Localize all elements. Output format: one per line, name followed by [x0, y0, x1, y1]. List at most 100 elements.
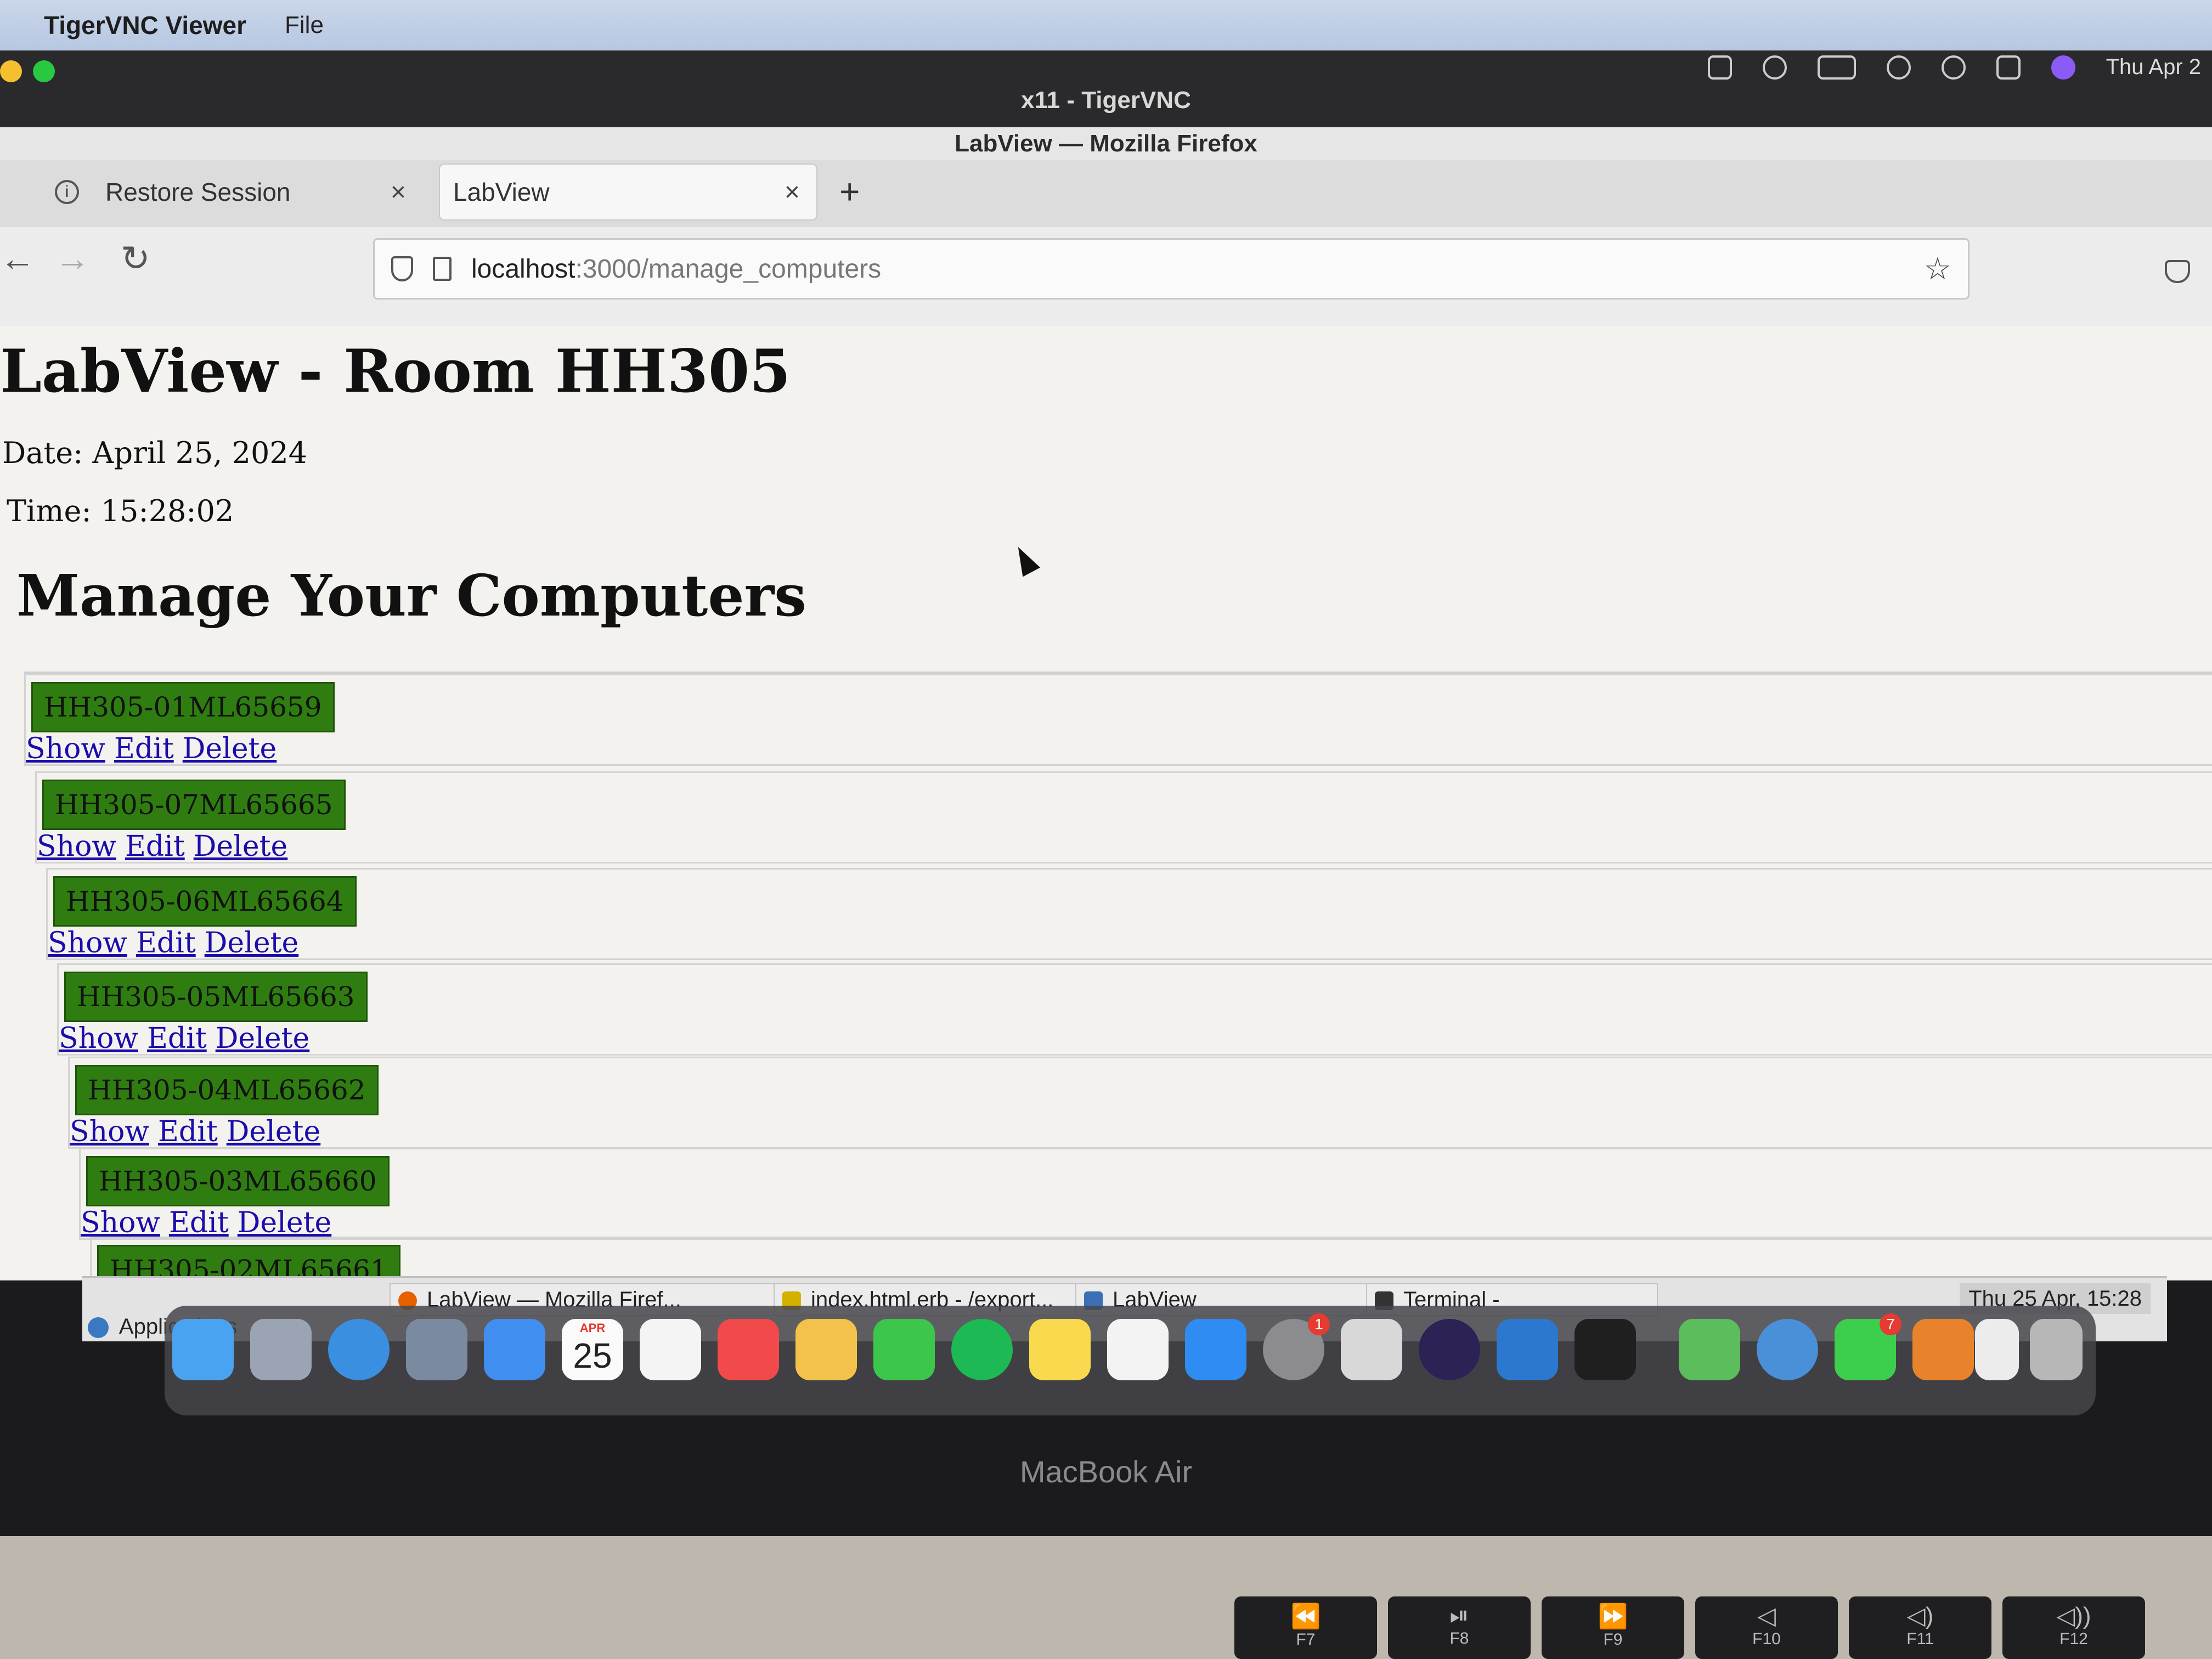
- edit-link[interactable]: Edit: [114, 732, 174, 765]
- show-link[interactable]: Show: [81, 1206, 160, 1239]
- edit-link[interactable]: Edit: [169, 1206, 229, 1239]
- show-link[interactable]: Show: [26, 732, 105, 765]
- computer-name-badge: HH305-02ML65661: [97, 1245, 400, 1280]
- new-tab-button[interactable]: +: [839, 171, 860, 212]
- f9-key: ⏩ F9: [1542, 1596, 1684, 1659]
- messages-icon[interactable]: 7: [1835, 1313, 1901, 1380]
- delete-link[interactable]: Delete: [238, 1206, 332, 1239]
- photos-icon[interactable]: [795, 1319, 857, 1380]
- tab-strip: i Restore Session × LabView × +: [0, 160, 2212, 227]
- menubar-app-name[interactable]: TigerVNC Viewer: [44, 10, 246, 40]
- trash-icon[interactable]: [2030, 1319, 2083, 1380]
- mac-status-icons: Thu Apr 2: [1707, 55, 2212, 80]
- terminal-icon[interactable]: [1575, 1319, 1636, 1380]
- notification-badge: 1: [1308, 1313, 1330, 1335]
- siri-icon[interactable]: [2051, 55, 2075, 80]
- app-store-icon[interactable]: [1185, 1319, 1246, 1380]
- computer-row: HH305-05ML65663 Show Edit Delete: [57, 963, 2212, 1056]
- window-zoom-button[interactable]: [33, 60, 55, 82]
- date-text: Date: April 25, 2024: [2, 436, 308, 470]
- close-icon[interactable]: ×: [785, 177, 800, 207]
- news-icon[interactable]: [718, 1319, 779, 1380]
- tracking-shield-icon[interactable]: [391, 256, 413, 281]
- vscode-icon[interactable]: [1497, 1319, 1558, 1380]
- finder-icon[interactable]: [172, 1319, 234, 1380]
- key-label: F7: [1296, 1630, 1316, 1649]
- info-icon: i: [55, 180, 79, 204]
- eclipse-icon[interactable]: [1419, 1319, 1480, 1380]
- laptop-model-label: MacBook Air: [1019, 1454, 1193, 1489]
- spotify-icon[interactable]: [951, 1319, 1013, 1380]
- delete-link[interactable]: Delete: [205, 927, 299, 960]
- launchpad-icon[interactable]: [250, 1319, 312, 1380]
- show-link[interactable]: Show: [70, 1115, 149, 1148]
- delete-link[interactable]: Delete: [194, 830, 288, 863]
- edit-link[interactable]: Edit: [136, 927, 196, 960]
- network-globe-icon[interactable]: [1757, 1319, 1818, 1380]
- computer-row: HH305-01ML65659 Show Edit Delete: [24, 674, 2212, 766]
- pocket-icon[interactable]: [2165, 260, 2190, 283]
- delete-link[interactable]: Delete: [227, 1115, 321, 1148]
- url-host[interactable]: localhost: [471, 254, 575, 284]
- menubar-file-menu[interactable]: File: [285, 12, 324, 39]
- control-center-icon[interactable]: [1996, 55, 2021, 80]
- safari-icon[interactable]: [328, 1319, 390, 1380]
- mac-menu-bar: TigerVNC Viewer File: [0, 0, 2212, 50]
- url-path[interactable]: :3000/manage_computers: [575, 254, 881, 284]
- show-link[interactable]: Show: [37, 830, 116, 863]
- bookmark-star-icon[interactable]: ☆: [1924, 251, 1951, 287]
- system-settings-icon[interactable]: 1: [1263, 1313, 1330, 1380]
- shield-icon[interactable]: [1707, 55, 1732, 80]
- forward-arrow-icon[interactable]: →: [55, 238, 90, 279]
- volume-up-icon: ◁)): [2056, 1602, 2091, 1629]
- pages-icon[interactable]: [1107, 1319, 1169, 1380]
- computer-name-badge: HH305-07ML65665: [42, 780, 346, 830]
- rewind-icon: ⏪: [1290, 1603, 1321, 1630]
- notes-icon[interactable]: [1029, 1319, 1091, 1380]
- mute-icon: ◁: [1757, 1602, 1776, 1629]
- row-actions: Show Edit Delete: [37, 830, 296, 863]
- document-icon[interactable]: [1975, 1319, 2019, 1380]
- mail-icon[interactable]: [484, 1319, 545, 1380]
- key-label: F10: [1752, 1630, 1781, 1648]
- row-actions: Show Edit Delete: [70, 1115, 329, 1148]
- close-icon[interactable]: ×: [391, 177, 406, 207]
- reload-icon[interactable]: ↻: [121, 238, 150, 279]
- notification-badge: 7: [1880, 1313, 1901, 1335]
- adguard-icon[interactable]: [1679, 1319, 1740, 1380]
- url-bar[interactable]: localhost :3000/manage_computers ☆: [373, 238, 1970, 300]
- computer-name-badge: HH305-01ML65659: [31, 682, 335, 732]
- delete-link[interactable]: Delete: [183, 732, 277, 765]
- firefox-window-title: LabView — Mozilla Firefox: [0, 127, 2212, 160]
- python-icon[interactable]: [1341, 1319, 1402, 1380]
- edit-link[interactable]: Edit: [147, 1022, 207, 1055]
- window-minimize-button[interactable]: [0, 60, 22, 82]
- search-icon[interactable]: [1941, 55, 1966, 80]
- reminders-icon[interactable]: [640, 1319, 701, 1380]
- edit-link[interactable]: Edit: [158, 1115, 218, 1148]
- calendar-icon[interactable]: APR 25: [562, 1319, 623, 1380]
- key-label: F11: [1906, 1630, 1934, 1648]
- facetime-icon[interactable]: [873, 1319, 935, 1380]
- tab-restore-session[interactable]: i Restore Session ×: [38, 163, 422, 221]
- vnc-window-title: x11 - TigerVNC: [1021, 87, 1191, 114]
- preview-icon[interactable]: [406, 1319, 467, 1380]
- moon-icon[interactable]: [1886, 55, 1911, 80]
- computer-name-badge: HH305-05ML65663: [64, 972, 368, 1022]
- play-pause-icon: ⏯: [1449, 1602, 1469, 1629]
- play-icon[interactable]: [1762, 55, 1787, 80]
- key-label: F8: [1449, 1629, 1469, 1647]
- show-link[interactable]: Show: [48, 927, 127, 960]
- tiger-vnc-icon[interactable]: [1912, 1319, 1974, 1380]
- page-info-icon[interactable]: [433, 257, 452, 281]
- menubar-clock[interactable]: Thu Apr 2: [2106, 55, 2201, 80]
- mouse-pointer-icon: [1009, 542, 1041, 577]
- battery-icon[interactable]: [1817, 55, 1856, 80]
- edit-link[interactable]: Edit: [125, 830, 185, 863]
- show-link[interactable]: Show: [59, 1022, 138, 1055]
- back-arrow-icon[interactable]: ←: [0, 238, 35, 279]
- tab-labview[interactable]: LabView ×: [439, 163, 817, 221]
- delete-link[interactable]: Delete: [216, 1022, 310, 1055]
- row-actions: Show Edit Delete: [26, 732, 285, 765]
- mac-dock: APR 25 1 7: [165, 1306, 2096, 1415]
